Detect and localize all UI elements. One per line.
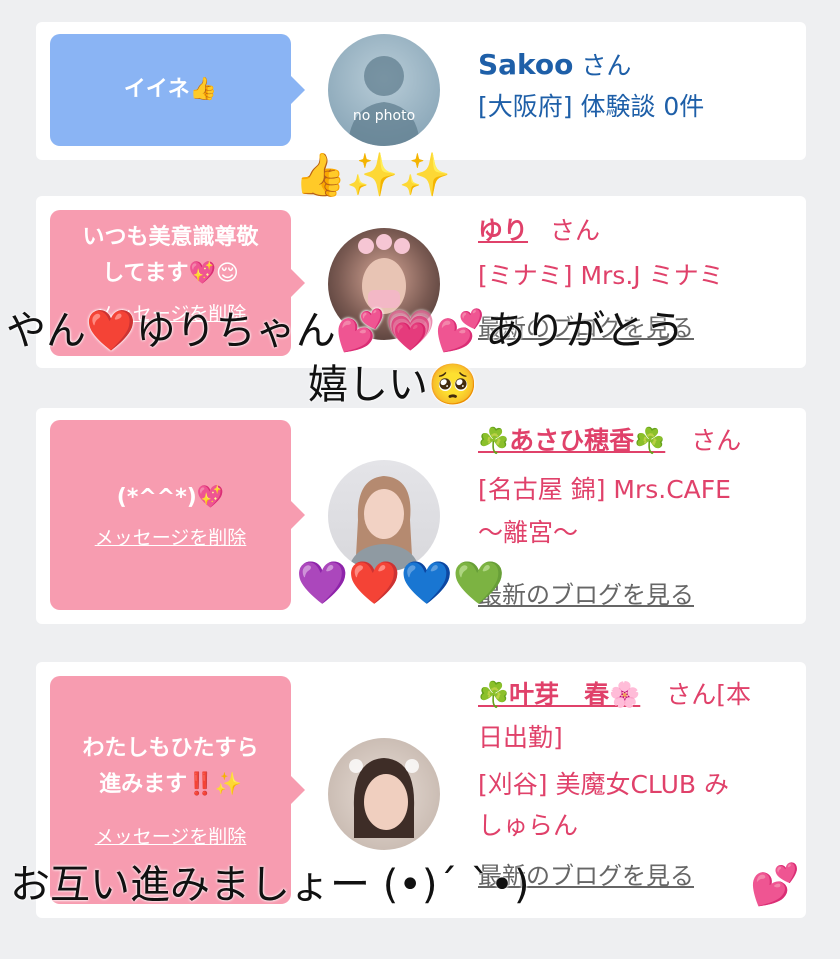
caption-line-1: やん❤️ゆりちゃん💕💗💕ありがとう xyxy=(6,308,686,354)
like-bubble: イイネ👍 xyxy=(50,34,305,146)
caption-line-2: 嬉しい🥺 xyxy=(308,362,478,408)
honorific: さん xyxy=(581,51,632,80)
delete-message-link[interactable]: メッセージを削除 xyxy=(95,526,247,550)
message-line-1: (*^^*)💖 xyxy=(116,485,225,510)
message-line-1: いつも美意識尊敬 xyxy=(82,225,259,250)
honorific: さん[本 xyxy=(666,680,751,709)
member-meta-line-1: [名古屋 錦] Mrs.CAFE xyxy=(478,475,731,504)
member-name[interactable]: ☘️あさひ穂香☘️ xyxy=(478,426,665,455)
avatar-kanome[interactable] xyxy=(328,738,440,850)
honorific: さん xyxy=(691,426,742,455)
heart-sticker: 💕 xyxy=(750,862,800,908)
honorific-status: 日出勤] xyxy=(478,723,563,752)
person-silhouette-icon xyxy=(348,56,420,146)
like-message: イイネ👍 xyxy=(123,77,218,102)
member-name[interactable]: Sakoo xyxy=(478,48,573,81)
profile-photo-icon xyxy=(349,758,419,838)
member-meta-line-1: [刈谷] 美魔女CLUB み xyxy=(478,770,729,799)
member-meta: [ミナミ] Mrs.J ミナミ xyxy=(478,261,724,290)
no-photo-label: no photo xyxy=(352,108,416,124)
message-line-1: わたしもひたすら xyxy=(82,736,259,761)
like-card-sakoo: イイネ👍 no photo Sakoo さん [大阪府] 体験談 0件 xyxy=(36,22,806,160)
hearts-sticker: 💜❤️💙💚 xyxy=(296,558,506,607)
avatar-asahi[interactable] xyxy=(328,460,440,572)
member-name[interactable]: ゆり xyxy=(478,216,528,245)
member-meta-line-2: 〜離宮〜 xyxy=(478,518,579,547)
delete-message-link[interactable]: メッセージを削除 xyxy=(95,825,247,849)
caption-line-3: お互い進みましょー (•)´ `•) xyxy=(10,862,530,908)
member-meta-line-2: しゅらん xyxy=(478,811,579,840)
message-bubble: (*^^*)💖 メッセージを削除 xyxy=(50,420,305,610)
thumbs-sparkle-sticker: 👍✨✨ xyxy=(294,150,451,199)
member-name[interactable]: ☘️叶芽 春🌸 xyxy=(478,680,640,709)
profile-photo-icon xyxy=(348,476,420,572)
member-meta: [大阪府] 体験談 0件 xyxy=(478,92,705,121)
view-latest-blog-link[interactable]: 最新のブログを見る xyxy=(478,577,792,614)
avatar-no-photo[interactable]: no photo xyxy=(328,34,440,146)
message-line-2: 進みます‼️✨ xyxy=(99,772,242,797)
message-line-2: してます💖😌 xyxy=(102,261,239,286)
honorific: さん xyxy=(549,216,600,245)
